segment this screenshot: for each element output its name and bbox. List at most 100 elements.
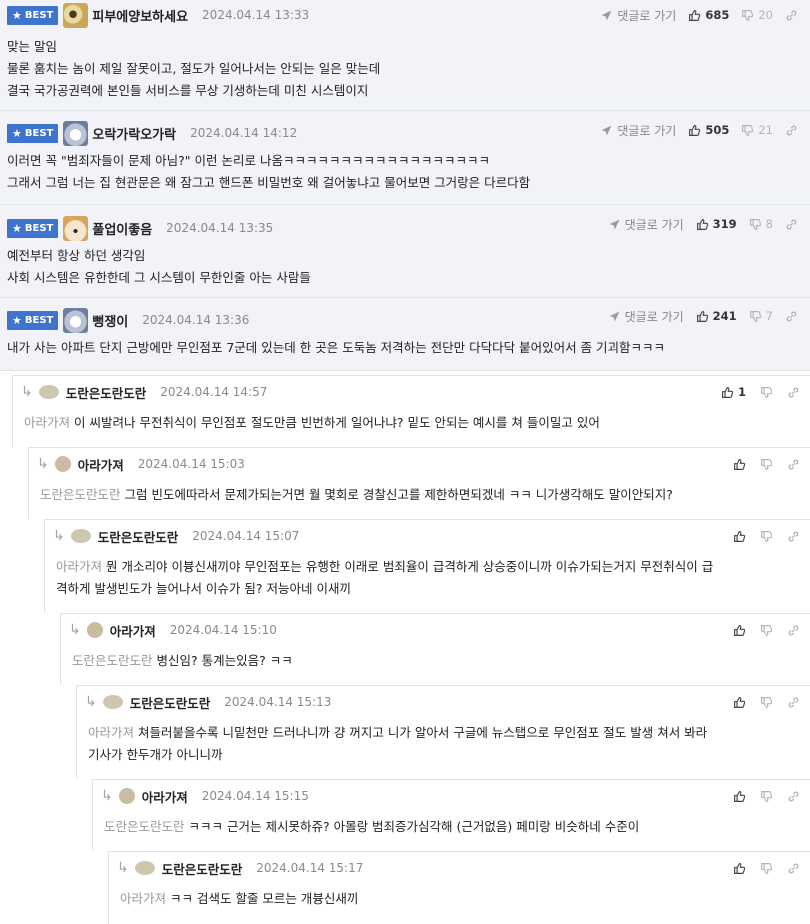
go-to-reply-link[interactable]: 댓글로 가기	[600, 7, 676, 24]
nickname[interactable]: 풀업이좋음	[92, 219, 152, 238]
upvote-button[interactable]: 505	[688, 123, 729, 137]
comment-header: ★ BEST 풀업이좋음 2024.04.14 13:35	[7, 213, 273, 243]
copy-link-button[interactable]	[787, 458, 800, 471]
avatar[interactable]	[102, 695, 123, 709]
send-icon	[608, 218, 621, 231]
upvote-button[interactable]: 241	[696, 309, 737, 323]
copy-link-button[interactable]	[787, 862, 800, 875]
nickname[interactable]: 도란은도란도란	[66, 383, 147, 402]
avatar[interactable]	[86, 622, 103, 638]
downvote-button[interactable]	[760, 624, 773, 637]
thumbs-down-icon	[749, 218, 762, 231]
mention[interactable]: 아라가져	[88, 725, 134, 740]
copy-link-button[interactable]	[785, 310, 798, 323]
mention[interactable]: 도란은도란도란	[104, 819, 185, 834]
avatar[interactable]	[118, 788, 135, 804]
reply-comment: ↳ 아라가져 2024.04.14 15:03 도란은도란도란 그럼 빈도에따라서…	[28, 447, 810, 519]
avatar[interactable]	[63, 120, 89, 146]
nickname[interactable]: 오락가락오가락	[92, 124, 176, 143]
mention[interactable]: 아라가져	[24, 415, 70, 430]
comment-body: 도란은도란도란 병신임? 통계는있음? ㅋㅋ	[72, 650, 802, 672]
nickname[interactable]: 아라가져	[110, 621, 156, 640]
thumbs-down-icon	[760, 696, 773, 709]
avatar[interactable]	[54, 456, 71, 472]
nickname[interactable]: 뻥쟁이	[92, 311, 128, 330]
nickname[interactable]: 도란은도란도란	[162, 859, 243, 878]
thumbs-up-icon	[733, 790, 746, 803]
comment-line: 아라가져 쳐들러붙을수록 니밑천만 드러나니까 걍 꺼지고 니가 알아서 구글에 …	[88, 725, 708, 740]
upvote-button[interactable]	[733, 458, 746, 471]
comment-line: 그래서 그럼 너는 집 현관문은 왜 잠그고 핸드폰 비밀번호 왜 걸어놓냐고 …	[7, 175, 531, 190]
upvote-button[interactable]	[733, 530, 746, 543]
avatar[interactable]	[63, 307, 89, 333]
avatar[interactable]	[134, 861, 155, 875]
nickname[interactable]: 피부에양보하세요	[92, 6, 188, 25]
best-badge: ★ BEST	[7, 5, 59, 25]
nickname[interactable]: 도란은도란도란	[98, 527, 179, 546]
avatar[interactable]	[63, 215, 89, 241]
upvote-button[interactable]: 685	[688, 8, 729, 22]
downvote-button[interactable]	[760, 530, 773, 543]
upvote-button[interactable]	[733, 624, 746, 637]
copy-link-button[interactable]	[787, 386, 800, 399]
comment-body: 맞는 말임 물론 훔치는 놈이 제일 잘못이고, 절도가 일어나서는 안되는 일…	[7, 36, 800, 102]
nickname[interactable]: 도란은도란도란	[130, 693, 211, 712]
link-icon	[785, 218, 798, 231]
mention[interactable]: 아라가져	[120, 891, 166, 906]
downvote-button[interactable]	[760, 862, 773, 875]
comment-line: 물론 훔치는 놈이 제일 잘못이고, 절도가 일어나서는 안되는 일은 맞는데	[7, 61, 381, 76]
upvote-button[interactable]	[733, 696, 746, 709]
reply-header: ↳ 도란은도란도란 2024.04.14 15:17	[117, 852, 363, 884]
downvote-button[interactable]	[760, 386, 773, 399]
downvote-button[interactable]	[760, 790, 773, 803]
upvote-button[interactable]: 1	[721, 385, 746, 399]
comment-line: 도란은도란도란 ㅋㅋㅋ 근거는 제시못하쥬? 아몰랑 범죄증가심각해 (근거없음)…	[104, 819, 640, 834]
downvote-button[interactable]	[760, 696, 773, 709]
downvote-button[interactable]: 21	[741, 123, 773, 137]
comment-actions	[719, 686, 800, 718]
comment-date: 2024.04.14 15:17	[256, 861, 364, 875]
comment-actions	[719, 852, 800, 884]
link-icon	[787, 862, 800, 875]
upvote-button[interactable]	[733, 790, 746, 803]
copy-link-button[interactable]	[785, 124, 798, 137]
go-to-reply-link[interactable]: 댓글로 가기	[608, 216, 684, 233]
copy-link-button[interactable]	[787, 696, 800, 709]
downvote-button[interactable]: 8	[749, 217, 773, 231]
best-badge: ★ BEST	[7, 310, 59, 330]
downvote-button[interactable]: 20	[741, 8, 773, 22]
upvote-button[interactable]: 319	[696, 217, 737, 231]
mention[interactable]: 도란은도란도란	[40, 487, 121, 502]
copy-link-button[interactable]	[787, 624, 800, 637]
thumbs-down-icon	[749, 310, 762, 323]
downvote-count: 8	[765, 217, 773, 231]
comment-actions: 댓글로 가기 505 21	[600, 115, 798, 145]
go-to-reply-link[interactable]: 댓글로 가기	[600, 122, 676, 139]
nickname[interactable]: 아라가져	[78, 455, 124, 474]
avatar[interactable]	[70, 529, 91, 543]
mention[interactable]: 아라가져	[56, 559, 102, 574]
thumbs-up-icon	[733, 862, 746, 875]
avatar[interactable]	[63, 2, 89, 28]
copy-link-button[interactable]	[787, 790, 800, 803]
downvote-button[interactable]: 7	[749, 309, 773, 323]
comment-date: 2024.04.14 15:15	[201, 789, 309, 803]
link-icon	[787, 696, 800, 709]
reply-arrow-icon: ↳	[37, 456, 49, 472]
copy-link-button[interactable]	[787, 530, 800, 543]
thumbs-down-icon	[760, 386, 773, 399]
thumbs-down-icon	[760, 790, 773, 803]
comment-body: 아라가져 뭔 개소리야 이븅신새끼야 무인점포는 유행한 이래로 범죄율이 급격하…	[56, 556, 802, 600]
copy-link-button[interactable]	[785, 218, 798, 231]
avatar[interactable]	[38, 385, 59, 399]
downvote-button[interactable]	[760, 458, 773, 471]
mention[interactable]: 도란은도란도란	[72, 653, 153, 668]
upvote-button[interactable]	[733, 862, 746, 875]
thumbs-up-icon	[721, 386, 734, 399]
comment-line: 도란은도란도란 병신임? 통계는있음? ㅋㅋ	[72, 653, 293, 668]
copy-link-button[interactable]	[785, 9, 798, 22]
thumbs-down-icon	[760, 458, 773, 471]
reply-comment: ↳ 도란은도란도란 2024.04.14 15:13 아라가져 쳐들러붙을수록 니…	[76, 685, 810, 779]
nickname[interactable]: 아라가져	[142, 787, 188, 806]
go-to-reply-link[interactable]: 댓글로 가기	[608, 308, 684, 325]
